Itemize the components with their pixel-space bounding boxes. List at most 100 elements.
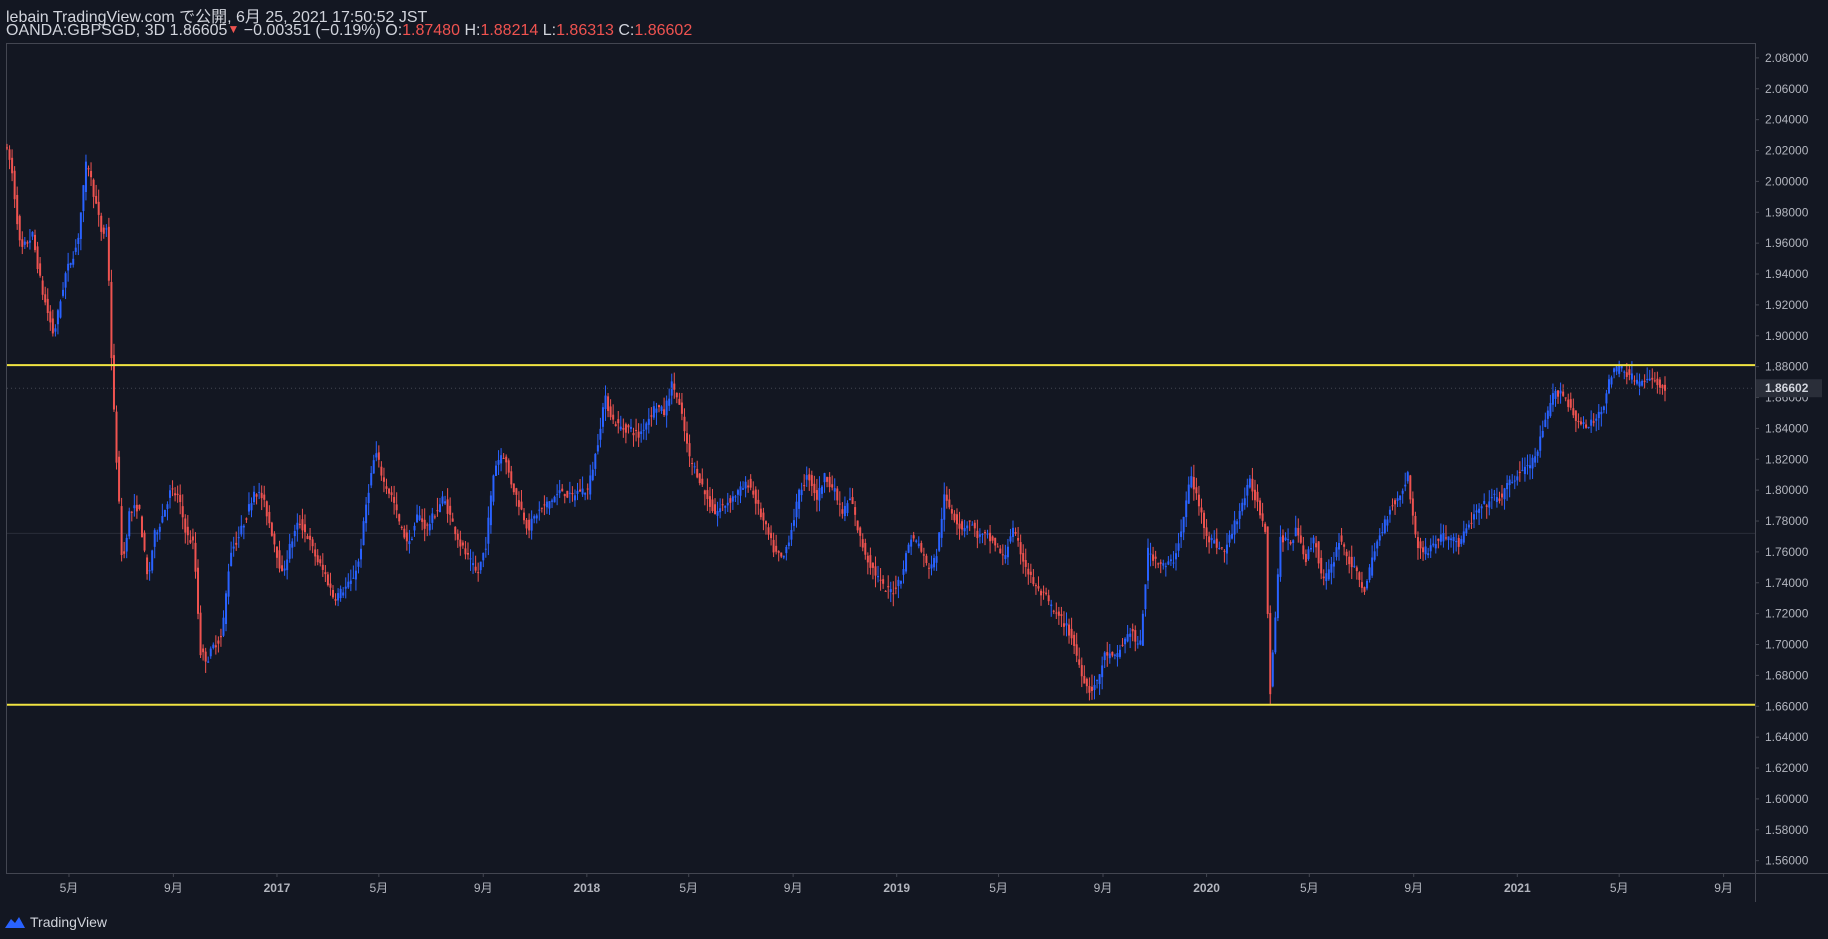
price-axis[interactable]: 2.08000 2.06000 2.04000 2.02000 2.00000 1.980… [1755,51,1809,868]
price-tick-label: 1.90000 [1765,329,1809,343]
candle-body [135,504,138,512]
candle-body [734,496,737,498]
candle-body [240,525,243,535]
candle-body [1177,543,1180,551]
candle-body [1399,495,1402,501]
price-tick-label: 2.04000 [1765,113,1809,127]
candle-body [1485,505,1488,507]
candle-body [726,502,729,506]
candle-body [179,494,182,503]
candle-body [594,453,597,469]
brand-label[interactable]: TradingView [30,914,107,930]
candle-body [668,398,671,406]
candle-body [520,501,523,510]
candle-body [1157,563,1160,565]
candle-body [507,460,510,473]
candle-body [945,494,948,501]
candle-body [1241,502,1244,512]
candle-body [1220,547,1223,549]
candle-body [1661,384,1664,389]
candle-body [642,429,645,431]
candle-body [1651,377,1654,380]
candle-body [673,383,676,390]
candle-body [1218,548,1221,550]
candle-body [46,298,49,314]
candle-body [1373,551,1376,560]
candle-body [586,488,589,490]
candle-body [339,588,342,599]
candle-body [245,518,248,520]
candle-body [166,504,169,509]
candle-body [1503,488,1506,500]
candle-body [961,521,964,530]
price-tick-label: 1.84000 [1765,421,1809,435]
candle-body [34,234,37,251]
candle-body [413,525,416,531]
candle-body [545,501,548,508]
candle-body [1381,532,1384,534]
candle-body [255,494,258,497]
candle-body [163,509,166,517]
candle-body [1012,527,1015,537]
candle-body [1511,481,1514,483]
candle-body [1134,630,1137,642]
candle-body [826,477,829,482]
candle-body [1045,592,1048,595]
time-tick-label: 9月 [164,881,183,895]
candle-body [456,533,459,540]
candle-body [466,552,469,555]
candle-body [698,473,701,484]
candle-body [1330,564,1333,573]
candle-body [849,498,852,501]
candle-body [146,557,149,575]
candle-body [16,194,19,225]
candle-body [1534,456,1537,463]
horizontal-levels[interactable] [7,364,1755,706]
candle-body [591,469,594,481]
candle-body [767,527,770,535]
candle-body [874,566,877,576]
candle-body [1294,527,1297,537]
candle-body [212,644,215,649]
candle-body [258,491,261,493]
price-tick-label: 1.60000 [1765,792,1809,806]
candle-body [97,201,100,215]
candle-body [1317,541,1320,564]
candle-body [1126,634,1129,642]
candle-body [1047,595,1050,602]
candle-body [706,490,709,500]
candle-body [1162,563,1165,566]
candle-body [836,488,839,501]
candle-body [805,475,808,480]
price-chart[interactable]: 2.08000 2.06000 2.04000 2.02000 2.00000 1.980… [0,0,1828,939]
candle-body [635,429,638,431]
candle-body [907,544,910,553]
candle-body [968,520,971,522]
candle-body [321,564,324,570]
candle-body [680,402,683,414]
price-tick-label: 1.96000 [1765,236,1809,250]
candle-body [174,493,177,496]
candle-body [940,518,943,538]
candle-body [250,503,253,511]
candle-body [479,561,482,571]
candle-body [118,456,121,502]
candle-body [1228,534,1231,543]
candle-body [423,519,426,529]
candle-body [51,318,54,334]
price-tick-label: 1.56000 [1765,854,1809,868]
candle-body [899,581,902,584]
candle-body [242,525,245,528]
price-tick-label: 2.02000 [1765,144,1809,158]
candle-body [1050,604,1053,607]
candle-body [69,262,72,265]
candle-body [395,504,398,511]
tradingview-logo-icon[interactable] [4,915,26,929]
time-tick-label: 5月 [369,881,388,895]
candle-body [115,411,118,463]
candle-body [219,636,222,638]
time-axis[interactable]: 5月 9月 2017 5月 9月 2018 5月 9月 2019 5月 9月 2020 5月 9月 2021… [60,873,1733,895]
candle-body [897,579,900,587]
candle-body [1256,491,1259,502]
candle-body [1378,535,1381,541]
